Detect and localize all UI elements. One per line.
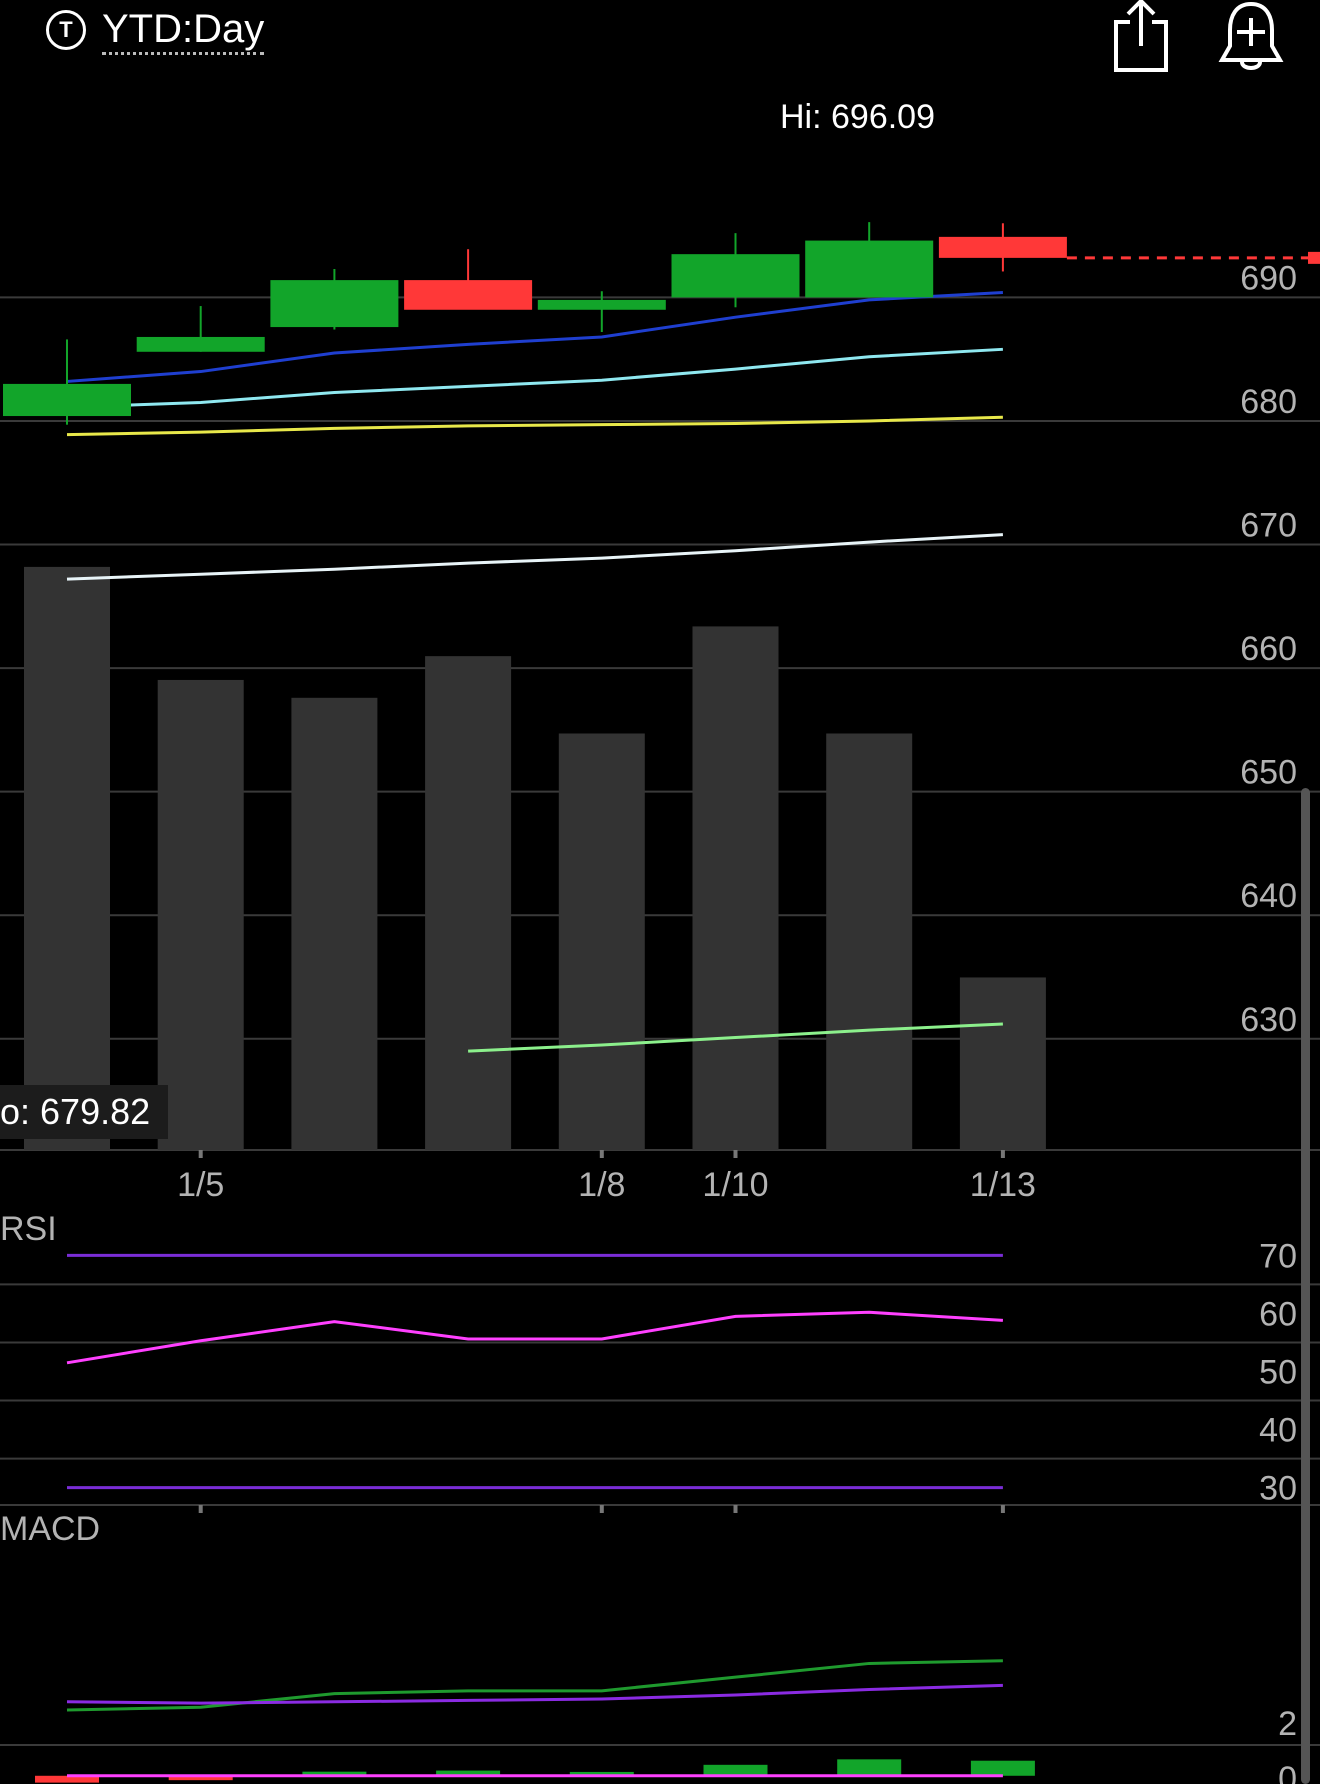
volume-bar: [291, 697, 378, 1150]
price-axis-label: 640: [1240, 877, 1297, 915]
moving-average-line: [66, 533, 1003, 581]
volume-bar: [959, 977, 1046, 1150]
macd-histogram-bar: [837, 1759, 902, 1776]
candle-body: [671, 254, 800, 298]
rsi-title: RSI: [0, 1210, 57, 1248]
macd-axis-label: 0: [1278, 1760, 1297, 1784]
volume-bars: [24, 566, 1046, 1150]
price-axis-label: 670: [1240, 507, 1297, 545]
candles[interactable]: [3, 222, 1320, 425]
moving-average-line: [66, 347, 1003, 409]
chart-canvas[interactable]: 690 680 670 660 650 640 630 1/5 1/8 1/10 1/13 RSI…: [0, 0, 1320, 1784]
price-axis-label: 630: [1240, 1001, 1297, 1039]
candle-body: [3, 383, 131, 417]
share-icon[interactable]: [1112, 0, 1170, 76]
price-axis-label: 690: [1240, 259, 1297, 297]
last-price-marker: [1308, 251, 1320, 264]
add-alert-bell-icon[interactable]: [1218, 0, 1284, 74]
macd-axis-label: 2: [1278, 1705, 1297, 1743]
rsi-panel[interactable]: RSI 70 60 50 40 30: [0, 1210, 1320, 1513]
price-axis-labels: 690 680 670 660 650 640 630: [1240, 259, 1297, 1038]
macd-histogram-bar: [970, 1760, 1035, 1776]
price-axis-label: 680: [1240, 383, 1297, 421]
x-axis-labels: 1/5 1/8 1/10 1/13: [177, 1150, 1036, 1204]
rsi-axis-label: 30: [1259, 1470, 1297, 1508]
volume-bar: [558, 733, 645, 1150]
header: T YTD:Day: [46, 0, 265, 60]
volume-bar: [425, 656, 512, 1150]
volume-bar: [157, 679, 244, 1150]
candle-body: [404, 280, 533, 310]
rsi-axis-label: 70: [1259, 1237, 1297, 1275]
x-axis-label: 1/13: [970, 1166, 1036, 1204]
macd-histogram-bar: [703, 1764, 768, 1776]
high-price-label: Hi: 696.09: [780, 98, 935, 136]
price-axis-label: 650: [1240, 754, 1297, 792]
period-selector[interactable]: YTD:Day: [102, 6, 265, 55]
macd-title: MACD: [0, 1510, 100, 1548]
moving-average-line: [66, 415, 1003, 437]
rsi-axis-label: 60: [1259, 1295, 1297, 1333]
rsi-line: [66, 1310, 1003, 1365]
candle-body: [270, 280, 399, 328]
vertical-scrollbar[interactable]: [1301, 788, 1310, 1784]
macd-line: [66, 1683, 1003, 1705]
volume-bar: [692, 626, 779, 1150]
x-axis-label: 1/10: [702, 1166, 768, 1204]
x-axis-label: 1/5: [177, 1166, 224, 1204]
candle-body: [805, 240, 934, 298]
price-axis-label: 660: [1240, 630, 1297, 668]
rsi-axis-label: 50: [1259, 1354, 1297, 1392]
hover-open-label: o: 679.82: [0, 1085, 168, 1139]
volume-bar: [826, 733, 913, 1150]
ticker-icon[interactable]: T: [46, 10, 86, 50]
macd-panel[interactable]: MACD 2 0: [0, 1510, 1320, 1784]
x-axis-label: 1/8: [578, 1166, 625, 1204]
candle-body: [136, 336, 265, 352]
volume-bar: [24, 566, 110, 1150]
candle-body: [537, 299, 666, 310]
candle-body: [938, 236, 1067, 258]
rsi-axis-label: 40: [1259, 1412, 1297, 1450]
